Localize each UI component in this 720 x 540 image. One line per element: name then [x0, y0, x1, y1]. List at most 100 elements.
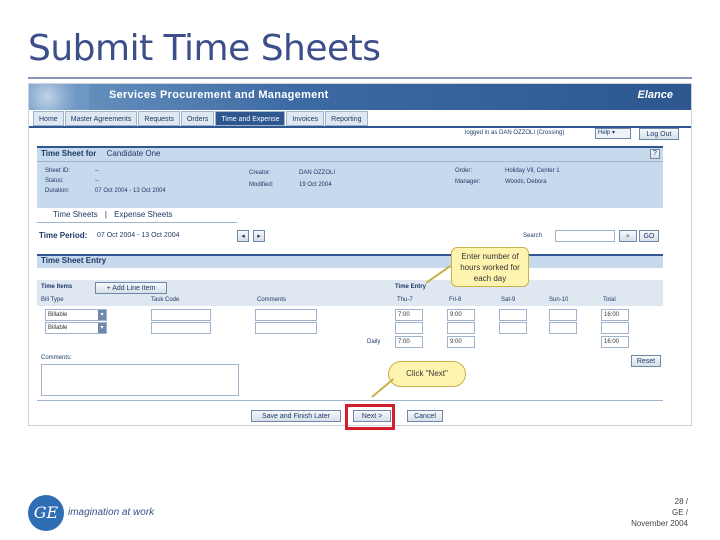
logged-in-status: logged in as DAN OZZOLI (Crossing): [465, 130, 565, 136]
comments-textarea[interactable]: [41, 364, 239, 396]
help-dropdown[interactable]: Help ▾: [595, 128, 631, 139]
col-task-code: Task Code: [151, 297, 180, 303]
tab-master-agreements[interactable]: Master Agreements: [64, 111, 138, 126]
thu-hours-input[interactable]: 7:00: [395, 309, 423, 321]
prev-period-button[interactable]: ◂: [237, 230, 249, 242]
elance-logo: Elance: [637, 89, 673, 101]
col-sun: Sun-10: [549, 297, 569, 303]
next-button-highlight: [345, 404, 395, 430]
duration-label: Duration:: [45, 188, 70, 194]
task-code-input[interactable]: [151, 322, 211, 334]
manager-label: Manager:: [455, 179, 481, 185]
next-period-button[interactable]: ▸: [253, 230, 265, 242]
modified-value: 19 Oct 2004: [299, 182, 332, 188]
main-tabs: Home Master Agreements Requests Orders T…: [33, 111, 369, 126]
tab-home[interactable]: Home: [33, 111, 64, 126]
comments-label: Comments:: [41, 355, 72, 361]
sat-hours-input[interactable]: [499, 322, 527, 334]
col-total: Total: [603, 297, 616, 303]
status-label: Status:: [45, 178, 64, 184]
candidate-name: Candidate One: [106, 149, 161, 158]
daily-total: 16:00: [601, 336, 629, 348]
modified-label: Modified:: [249, 182, 274, 188]
thu-hours-input[interactable]: [395, 322, 423, 334]
logout-button[interactable]: Log Out: [639, 128, 679, 140]
subtab-time-sheets[interactable]: Time Sheets: [53, 210, 98, 219]
subtab-expense-sheets[interactable]: Expense Sheets: [114, 210, 172, 219]
comments-input[interactable]: [255, 322, 317, 334]
bill-type-select[interactable]: Billable: [45, 309, 107, 321]
search-icon[interactable]: ⌕: [619, 230, 637, 242]
row-total: [601, 322, 629, 334]
duration-value: 07 Oct 2004 - 13 Oct 2004: [95, 188, 166, 194]
slide-meta: 28 / GE / November 2004: [631, 496, 688, 529]
save-and-finish-later-button[interactable]: Save and Finish Later: [251, 410, 341, 422]
time-sheet-entry-heading: Time Sheet Entry: [41, 256, 107, 265]
reset-button[interactable]: Reset: [631, 355, 661, 367]
search-label: Search: [523, 233, 543, 239]
col-sat: Sat-9: [501, 297, 516, 303]
company-name: GE /: [671, 508, 688, 517]
slide-date: November 2004: [631, 519, 688, 528]
creator-label: Creator:: [249, 170, 271, 176]
time-period-value: 07 Oct 2004 - 13 Oct 2004: [97, 232, 180, 239]
sheet-id-label: Sheet ID:: [45, 168, 71, 174]
row-total: 16:00: [601, 309, 629, 321]
comments-input[interactable]: [255, 309, 317, 321]
app-title: Services Procurement and Management: [109, 89, 329, 101]
tab-invoices[interactable]: Invoices: [286, 111, 325, 126]
subtab-separator: |: [104, 210, 107, 219]
col-bill-type: Bill Type: [41, 297, 64, 303]
add-line-item-button[interactable]: + Add Line Item: [95, 282, 167, 294]
tab-reporting[interactable]: Reporting: [325, 111, 368, 126]
daily-thu-total: 7:00: [395, 336, 423, 348]
creator-value: DAN OZZOLI: [299, 170, 336, 176]
next-callout: Click "Next": [388, 361, 466, 387]
search-input[interactable]: [555, 230, 615, 242]
task-code-input[interactable]: [151, 309, 211, 321]
help-icon[interactable]: ?: [650, 149, 660, 159]
sheet-subtabs: Time Sheets | Expense Sheets: [53, 210, 172, 219]
title-divider: [28, 77, 692, 79]
time-items-label: Time Items: [41, 284, 73, 290]
ge-logo: GE: [28, 495, 64, 531]
footer-tagline: imagination at work: [68, 507, 155, 518]
previous-arrow-icon: ◂: [241, 233, 245, 240]
slide-title: Submit Time Sheets: [28, 28, 381, 69]
order-label: Order:: [455, 168, 473, 174]
page-number: 28 /: [674, 497, 688, 506]
col-comments: Comments: [257, 297, 287, 303]
tab-requests[interactable]: Requests: [138, 111, 180, 126]
fri-hours-input[interactable]: 9:00: [447, 309, 475, 321]
hours-callout: Enter number of hours worked for each da…: [451, 247, 529, 287]
time-period-label: Time Period:: [39, 231, 88, 240]
tab-underline: [29, 126, 691, 128]
go-button[interactable]: GO: [639, 230, 659, 242]
col-fri: Fri-8: [449, 297, 462, 303]
col-thu: Thu-7: [397, 297, 413, 303]
daily-label: Daily: [367, 339, 381, 345]
bill-type-select[interactable]: Billable: [45, 322, 107, 334]
help-dropdown-label: Help: [598, 130, 611, 136]
subtabs-rule: [37, 222, 237, 223]
banner-art: [29, 84, 89, 110]
cancel-button[interactable]: Cancel: [407, 410, 443, 422]
daily-fri-total: 9:00: [447, 336, 475, 348]
app-screenshot: Services Procurement and Management Elan…: [28, 83, 692, 426]
tab-orders[interactable]: Orders: [180, 111, 215, 126]
fri-hours-input[interactable]: [447, 322, 475, 334]
next-arrow-icon: ▸: [257, 233, 261, 240]
time-sheet-heading-label: Time Sheet for: [41, 149, 97, 158]
chevron-down-icon: ▾: [612, 130, 616, 136]
status-value: --: [95, 178, 99, 184]
sun-hours-input[interactable]: [549, 309, 577, 321]
sun-hours-input[interactable]: [549, 322, 577, 334]
actions-rule: [37, 400, 663, 401]
time-entry-label: Time Entry: [395, 284, 426, 290]
sat-hours-input[interactable]: [499, 309, 527, 321]
tab-time-and-expense[interactable]: Time and Expense: [215, 111, 286, 126]
order-value: Holiday Vil, Center 1: [505, 168, 560, 174]
time-sheet-entry-header: [37, 254, 663, 268]
time-sheet-heading: Time Sheet for Candidate One: [41, 149, 160, 158]
sheet-id-value: --: [95, 168, 99, 174]
